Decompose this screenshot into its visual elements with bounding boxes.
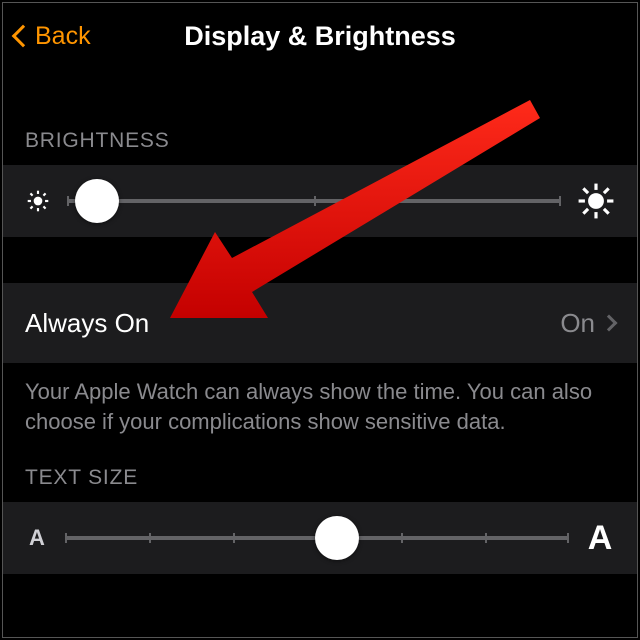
text-size-large-glyph: A <box>585 519 615 558</box>
brightness-slider-thumb[interactable] <box>75 179 119 223</box>
text-size-slider[interactable] <box>65 536 569 540</box>
back-button[interactable]: Back <box>15 22 91 51</box>
text-size-slider-row: A A <box>3 502 637 574</box>
text-size-small-glyph: A <box>25 525 49 551</box>
screen-frame: Back Display & Brightness BRIGHTNESS Alw… <box>2 2 638 638</box>
always-on-label: Always On <box>25 308 149 339</box>
sun-large-icon <box>577 182 615 220</box>
nav-bar: Back Display & Brightness <box>3 3 637 69</box>
back-label: Back <box>35 22 91 51</box>
brightness-header: BRIGHTNESS <box>3 69 637 165</box>
page-title: Display & Brightness <box>3 21 637 52</box>
brightness-slider[interactable] <box>67 199 561 203</box>
always-on-description: Your Apple Watch can always show the tim… <box>3 363 637 436</box>
always-on-value: On <box>560 308 595 339</box>
always-on-row[interactable]: Always On On <box>3 283 637 363</box>
chevron-left-icon <box>12 25 35 48</box>
brightness-slider-row <box>3 165 637 237</box>
text-size-slider-thumb[interactable] <box>315 516 359 560</box>
text-size-header: TEXT SIZE <box>3 436 637 502</box>
sun-small-icon <box>25 188 51 214</box>
chevron-right-icon <box>601 315 618 332</box>
